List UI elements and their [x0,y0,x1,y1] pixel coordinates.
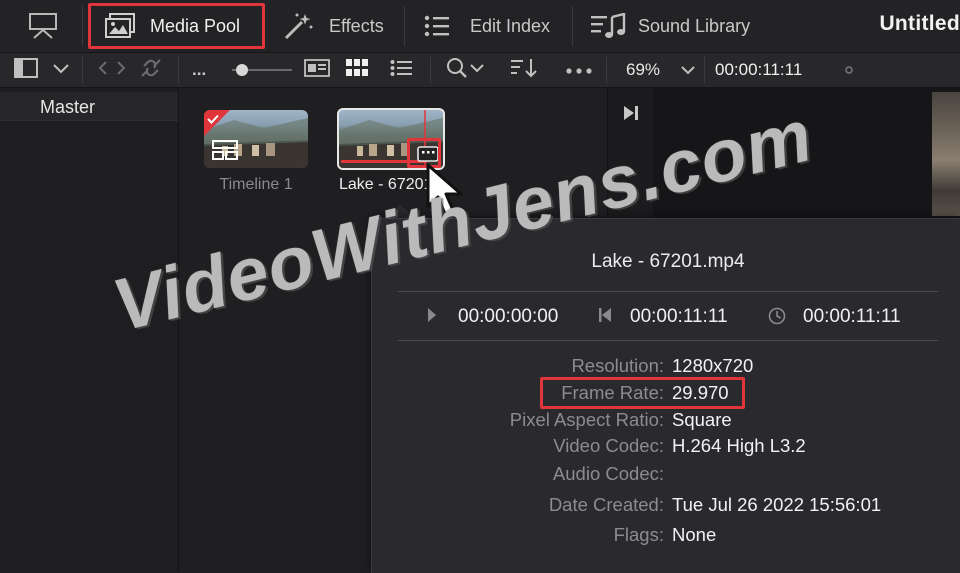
workspace-toggle-button[interactable] [26,0,60,52]
clip-label: Timeline 1 [219,176,293,193]
list-view-icon [390,59,412,82]
sidebar-layout-icon [14,57,38,83]
viewer-timecode: 00:00:11:11 [715,53,802,87]
flags-label: Flags: [613,524,664,545]
resolution-label: Resolution: [571,355,664,376]
divider [398,340,938,341]
top-bar: Media Pool Effects Edit Index Sound Libr… [0,0,960,53]
zoom-dropdown-button[interactable] [680,53,696,87]
monitor-icon [26,11,60,41]
sort-button[interactable] [510,53,538,87]
date-created-label: Date Created: [548,494,664,515]
video-codec-value: H.264 High L3.2 [672,435,806,456]
clock-icon [768,307,786,329]
audio-codec-label: Audio Codec: [552,463,664,484]
sound-library-label: Sound Library [638,15,751,36]
end-timecode: 00:00:11:11 [630,306,728,327]
bin-sidebar: Master [0,88,179,572]
list-icon [424,15,450,37]
divider [398,291,938,292]
resolution-value: 1280x720 [672,355,754,376]
music-note-icon [590,13,626,39]
chevron-down-icon [680,60,696,80]
grid-icon [346,58,368,82]
search-icon [446,57,486,84]
project-title: Untitled [879,12,960,35]
code-toggle-button[interactable] [98,53,126,87]
zoom-select[interactable]: 69% [626,53,660,87]
end-marker-icon [598,307,612,327]
timecode-value: 00:00:11:11 [715,60,803,79]
sound-library-button[interactable]: Sound Library [590,0,750,52]
status-dot [844,53,854,87]
thumbnail-size-slider[interactable] [232,53,292,87]
video-codec-label: Video Codec: [553,435,664,456]
thumbnail-view-button[interactable] [346,53,368,87]
check-icon [207,111,219,129]
unlink-button[interactable] [138,53,164,87]
metadata-view-icon [304,58,330,82]
pixel-aspect-ratio-label: Pixel Aspect Ratio: [509,409,664,430]
sidebar-item-label: Master [40,97,96,117]
date-created-value: Tue Jul 26 2022 15:56:01 [672,494,882,515]
timeline-thumbnail[interactable] [204,110,308,168]
search-button[interactable] [446,53,486,87]
chevron-down-icon [52,60,70,80]
timeline-icon [212,140,238,167]
metadata-view-button[interactable] [304,53,330,87]
more-options-button[interactable]: ... [192,53,206,87]
effects-label: Effects [329,15,384,36]
list-view-button[interactable] [390,53,412,87]
code-brackets-icon [98,60,126,81]
duration-timecode: 00:00:11:11 [803,306,901,327]
pixel-aspect-ratio-value: Square [672,409,732,430]
sort-icon [510,58,538,83]
ellipsis-icon [565,60,593,80]
unlink-icon [138,56,164,85]
edit-index-button[interactable]: Edit Index [424,0,550,52]
more-options-label: ... [192,60,207,79]
flags-value: None [672,524,717,545]
panel-dropdown-button[interactable] [52,53,70,87]
start-timecode: 00:00:00:00 [458,306,559,327]
skip-end-icon[interactable] [622,104,640,127]
panel-toggle-button[interactable] [14,53,38,87]
sidebar-item-master[interactable]: Master [0,92,178,121]
popup-arrow [386,204,414,218]
zoom-value: 69% [626,60,661,79]
media-pool-highlight [88,3,265,49]
magic-wand-icon [283,11,315,41]
popup-title: Lake - 67201.mp4 [591,251,745,272]
media-pool-toolbar: ... 69% 00:00:11:11 [0,53,960,88]
play-start-icon [426,307,438,327]
options-menu-button[interactable] [565,53,593,87]
mouse-cursor-icon [425,162,469,225]
frame-rate-highlight [540,377,745,409]
effects-button[interactable]: Effects [283,0,384,52]
edit-index-label: Edit Index [470,15,551,36]
viewer-preview [932,92,960,216]
clip-label: Lake - 67201.mp4 [339,176,429,193]
